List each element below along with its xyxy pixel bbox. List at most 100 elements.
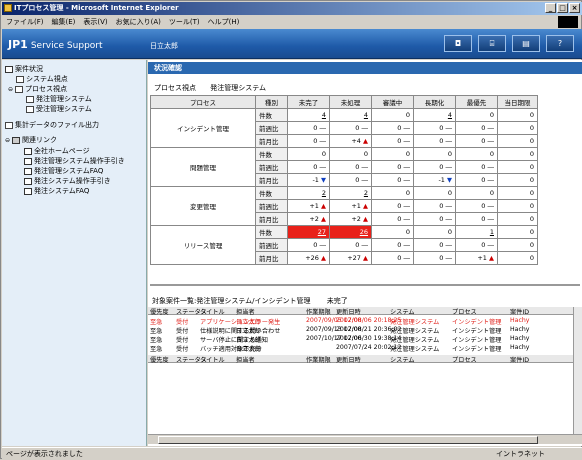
- sidebar-item-system-view[interactable]: システム視点: [16, 75, 68, 84]
- count-cell: 0: [497, 186, 538, 200]
- row-kind: 前月比: [255, 212, 288, 226]
- tree-folder-icon: [5, 66, 13, 74]
- main-panel: 状況確認 プロセス視点 発注管理システム プロセス 種別 未完了 未処理 審議中…: [148, 60, 582, 446]
- sidebar-link-faq[interactable]: 発注システムFAQ: [24, 187, 89, 196]
- brand-sub: Service Support: [30, 41, 103, 51]
- vertical-scrollbar[interactable]: [573, 307, 582, 434]
- list-item[interactable]: 至急 受付 仕様説明に関する問い合わせ 日立太郎 2007/09/13 12:00 200…: [148, 326, 582, 335]
- status-row: 変更管理 件数 2 2 0 0 0 0: [150, 186, 538, 226]
- list-cell: 受付: [176, 346, 189, 353]
- app-header: JP1 Service Support 日立太郎 ◘ ⌸ ▤ ?: [2, 29, 582, 59]
- maximize-button[interactable]: □: [557, 3, 568, 13]
- count-cell[interactable]: 27: [287, 225, 330, 239]
- count-cell: 0 ―: [455, 173, 498, 187]
- brand-name: JP1: [8, 38, 28, 51]
- sidebar-item-links[interactable]: ⊖ 関連リンク: [5, 136, 57, 145]
- count-cell: 0: [497, 251, 538, 265]
- list-cell: インシデント管理: [452, 319, 502, 326]
- sidebar-link-order-manual[interactable]: 発注管理システム操作手引き: [24, 157, 125, 166]
- status-table: プロセス 種別 未完了 未処理 審議中 長期化 最優先 当日期限 インシデント管…: [150, 95, 538, 265]
- menu-help[interactable]: ヘルプ(H): [208, 17, 240, 27]
- status-row: インシデント管理 件数 4 4 0 4 0 0: [150, 108, 538, 148]
- menu-file[interactable]: ファイル(F): [6, 17, 44, 27]
- col-long: 長期化: [413, 95, 456, 109]
- minimize-button[interactable]: _: [545, 3, 556, 13]
- list-cell: タイトル: [200, 357, 225, 364]
- page-icon: [24, 188, 32, 196]
- process-name: インシデント管理: [150, 108, 256, 148]
- close-button[interactable]: ×: [569, 3, 580, 13]
- network-icon-button[interactable]: ⌸: [478, 35, 506, 52]
- count-cell: 0 ―: [287, 160, 330, 174]
- menu-edit[interactable]: 編集(E): [52, 17, 76, 27]
- count-cell[interactable]: 4: [413, 108, 456, 122]
- help-button[interactable]: ?: [546, 35, 574, 52]
- count-cell[interactable]: 4: [329, 108, 372, 122]
- sidebar-item-export[interactable]: 集計データのファイル出力: [5, 121, 99, 130]
- list-cell: 発注管理システム: [390, 319, 440, 326]
- process-name: 問題管理: [150, 147, 256, 187]
- list-cell: プロセス: [452, 357, 477, 364]
- tool-icon-button[interactable]: ◘: [444, 35, 472, 52]
- count-cell[interactable]: 4: [287, 108, 330, 122]
- list-cell: Hachy: [510, 344, 530, 351]
- row-kind: 前月比: [255, 134, 288, 148]
- count-cell: 0 ―: [413, 238, 456, 252]
- count-cell: 0 ―: [455, 160, 498, 174]
- col-priority: 最優先: [455, 95, 498, 109]
- list-cell: 至急: [150, 319, 163, 326]
- row-kind: 前週比: [255, 238, 288, 252]
- sidebar-link-manual[interactable]: 発注システム操作手引き: [24, 177, 111, 186]
- count-cell[interactable]: 1: [455, 225, 498, 239]
- title-bar: ITプロセス管理 - Microsoft Internet Explorer _…: [2, 2, 582, 15]
- list-item[interactable]: 至急 受付 アプリケーションエラー発生 日立太郎 2007/09/05 12:00 200…: [148, 317, 582, 326]
- page-icon: [24, 168, 32, 176]
- count-cell: 0: [413, 186, 456, 200]
- sidebar-item-receive-system[interactable]: 受注管理システム: [26, 105, 92, 114]
- count-cell: 0 ―: [413, 160, 456, 174]
- menu-favorites[interactable]: お気に入り(A): [116, 17, 161, 27]
- sidebar-item-order-system[interactable]: 発注管理システム: [26, 95, 92, 104]
- sidebar-item-case-status[interactable]: 案件状況: [5, 65, 43, 74]
- list-cell: 担当者: [236, 309, 255, 316]
- book-icon-button[interactable]: ▤: [512, 35, 540, 52]
- menu-view[interactable]: 表示(V): [83, 17, 107, 27]
- status-bar: ページが表示されました イントラネット: [2, 447, 582, 459]
- scroll-thumb[interactable]: [158, 436, 538, 444]
- row-kind: 前週比: [255, 121, 288, 135]
- count-cell[interactable]: 2: [287, 186, 330, 200]
- crumb-process-view[interactable]: プロセス視点: [154, 84, 196, 92]
- row-kind: 件数: [255, 186, 288, 200]
- user-name: 日立太郎: [150, 42, 178, 50]
- count-cell: 0: [455, 147, 498, 161]
- row-kind: 件数: [255, 225, 288, 239]
- col-kind: 種別: [255, 95, 288, 109]
- count-cell: 0 ―: [329, 238, 372, 252]
- sidebar-link-homepage[interactable]: 全社ホームページ: [24, 147, 90, 156]
- list-item[interactable]: 至急 受付 サーバ停止に関する通知 日立太郎 2007/10/17 12:00 2007/…: [148, 335, 582, 344]
- count-cell: +1 ▲: [455, 251, 498, 265]
- count-cell: 0 ―: [329, 160, 372, 174]
- count-cell: 0 ―: [455, 121, 498, 135]
- list-cell: Hachy: [510, 317, 530, 324]
- count-cell: 0: [497, 134, 538, 148]
- list-cell: 発注管理システム: [390, 346, 440, 353]
- sidebar-item-process-view[interactable]: ⊖ プロセス視点: [8, 85, 67, 94]
- window-title: ITプロセス管理 - Microsoft Internet Explorer: [14, 4, 179, 12]
- list-cell: インシデント管理: [452, 346, 502, 353]
- list-cell: 発注管理システム: [390, 337, 440, 344]
- count-cell[interactable]: 2: [329, 186, 372, 200]
- count-cell: 0: [497, 160, 538, 174]
- list-cell: Hachy: [510, 335, 530, 342]
- count-cell: 0: [371, 186, 414, 200]
- list-item[interactable]: 至急 受付 バッチ適用対象不充分 日立太郎 2007/07/24 20:02:12 発注管…: [148, 344, 582, 353]
- sidebar-link-order-faq[interactable]: 発注管理システムFAQ: [24, 167, 103, 176]
- count-cell[interactable]: 26: [329, 225, 372, 239]
- export-icon: [5, 122, 13, 130]
- splitter[interactable]: [150, 284, 580, 286]
- count-cell: 0 ―: [371, 212, 414, 226]
- horizontal-scrollbar[interactable]: [148, 434, 582, 444]
- crumb-system[interactable]: 発注管理システム: [210, 84, 266, 92]
- list-header-row: 優先度 ステータス タイトル 担当者 作業期限 更新日時 システム プロセス 案件ID: [148, 307, 582, 316]
- menu-tools[interactable]: ツール(T): [169, 17, 200, 27]
